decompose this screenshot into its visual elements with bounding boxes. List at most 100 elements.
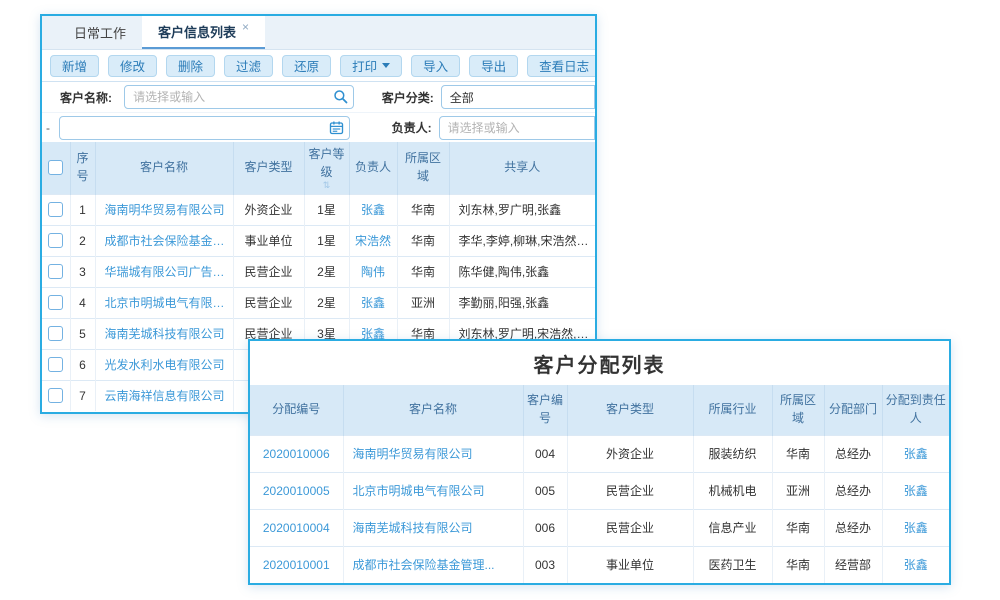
- customer-name-link[interactable]: 云南海祥信息有限公司: [95, 380, 233, 411]
- allocation-no-link[interactable]: 2020010006: [250, 435, 343, 472]
- row-checkbox[interactable]: [48, 295, 63, 310]
- export-button[interactable]: 导出: [469, 55, 518, 77]
- col-region: 所属区域: [772, 385, 824, 435]
- col-assignee: 分配到责任人: [882, 385, 949, 435]
- owner-input[interactable]: [439, 116, 595, 140]
- cell-region: 亚洲: [397, 287, 449, 318]
- cell-index: 5: [70, 318, 95, 349]
- cell-customer-type: 民营企业: [567, 509, 693, 546]
- assignee-link[interactable]: 张鑫: [882, 435, 949, 472]
- filter-row-1: 客户名称: 客户分类:: [42, 82, 595, 112]
- cell-customer-level: 1星: [304, 194, 349, 225]
- tab-daily-work[interactable]: 日常工作: [58, 16, 142, 49]
- row-checkbox[interactable]: [48, 326, 63, 341]
- col-department: 分配部门: [824, 385, 882, 435]
- select-all-checkbox[interactable]: [48, 160, 63, 175]
- date-input[interactable]: [59, 116, 350, 140]
- desktop: 日常工作 客户信息列表 × 新增 修改 删除 过滤 还原 打印 导入 导出 查看…: [0, 0, 1000, 600]
- table-row[interactable]: 2020010004 海南芜城科技有限公司 006 民营企业 信息产业 华南 总…: [250, 509, 949, 546]
- table-row[interactable]: 1 海南明华贸易有限公司 外资企业 1星 张鑫 华南 刘东林,罗广明,张鑫: [42, 194, 595, 225]
- date-field: [59, 116, 350, 140]
- cell-customer-level: 1星: [304, 225, 349, 256]
- row-checkbox[interactable]: [48, 233, 63, 248]
- col-industry: 所属行业: [693, 385, 772, 435]
- customer-name-input[interactable]: [124, 85, 354, 109]
- customer-name-link[interactable]: 光发水利水电有限公司: [95, 349, 233, 380]
- cell-index: 6: [70, 349, 95, 380]
- add-button[interactable]: 新增: [50, 55, 99, 77]
- allocation-no-link[interactable]: 2020010004: [250, 509, 343, 546]
- table-row[interactable]: 2020010005 北京市明城电气有限公司 005 民营企业 机械机电 亚洲 …: [250, 472, 949, 509]
- cell-region: 华南: [397, 256, 449, 287]
- assignee-link[interactable]: 张鑫: [882, 509, 949, 546]
- cell-index: 2: [70, 225, 95, 256]
- customer-allocation-window: 客户分配列表 分配编号 客户名称 客户编号 客户类型 所属行业 所属区域 分配部…: [248, 339, 951, 585]
- sort-icon[interactable]: ⇅: [308, 181, 346, 189]
- cell-region: 华南: [772, 435, 824, 472]
- customer-category-select[interactable]: [441, 85, 595, 109]
- cell-customer-no: 005: [523, 472, 567, 509]
- cell-customer-level: 2星: [304, 287, 349, 318]
- owner-link[interactable]: 宋浩然: [349, 225, 397, 256]
- toolbar: 新增 修改 删除 过滤 还原 打印 导入 导出 查看日志: [42, 50, 595, 82]
- edit-button[interactable]: 修改: [108, 55, 157, 77]
- filter-button[interactable]: 过滤: [224, 55, 273, 77]
- owner-link[interactable]: 张鑫: [349, 194, 397, 225]
- print-dropdown-button[interactable]: 打印: [340, 55, 402, 77]
- customer-name-link[interactable]: 北京市明城电气有限公司: [343, 472, 523, 509]
- table-header-row: 分配编号 客户名称 客户编号 客户类型 所属行业 所属区域 分配部门 分配到责任…: [250, 385, 949, 435]
- row-checkbox[interactable]: [48, 202, 63, 217]
- row-checkbox[interactable]: [48, 357, 63, 372]
- cell-customer-type: 民营企业: [233, 256, 304, 287]
- cell-shared: 李华,李婷,柳琳,宋浩然,张鑫: [449, 225, 595, 256]
- allocation-list-title: 客户分配列表: [250, 341, 949, 385]
- assignee-link[interactable]: 张鑫: [882, 546, 949, 583]
- allocation-table: 分配编号 客户名称 客户编号 客户类型 所属行业 所属区域 分配部门 分配到责任…: [250, 385, 949, 583]
- table-row[interactable]: 2020010001 成都市社会保险基金管理... 003 事业单位 医药卫生 …: [250, 546, 949, 583]
- customer-name-link[interactable]: 北京市明城电气有限公司: [95, 287, 233, 318]
- table-row[interactable]: 4 北京市明城电气有限公司 民营企业 2星 张鑫 亚洲 李勤丽,阳强,张鑫: [42, 287, 595, 318]
- owner-link[interactable]: 陶伟: [349, 256, 397, 287]
- tab-customer-info-list[interactable]: 客户信息列表 ×: [142, 16, 265, 49]
- cell-customer-type: 民营企业: [567, 472, 693, 509]
- customer-name-link[interactable]: 海南芜城科技有限公司: [95, 318, 233, 349]
- cell-shared: 刘东林,罗广明,张鑫: [449, 194, 595, 225]
- customer-name-link[interactable]: 海南明华贸易有限公司: [343, 435, 523, 472]
- customer-name-link[interactable]: 华瑞城有限公司广告设计部: [95, 256, 233, 287]
- table-row[interactable]: 3 华瑞城有限公司广告设计部 民营企业 2星 陶伟 华南 陈华健,陶伟,张鑫: [42, 256, 595, 287]
- view-log-button[interactable]: 查看日志: [527, 55, 597, 77]
- cell-customer-level: 2星: [304, 256, 349, 287]
- col-customer-no: 客户编号: [523, 385, 567, 435]
- delete-button[interactable]: 删除: [166, 55, 215, 77]
- col-shared: 共享人: [449, 142, 595, 194]
- customer-name-link[interactable]: 海南芜城科技有限公司: [343, 509, 523, 546]
- calendar-icon[interactable]: [329, 120, 344, 138]
- cell-region: 华南: [772, 546, 824, 583]
- assignee-link[interactable]: 张鑫: [882, 472, 949, 509]
- search-icon[interactable]: [333, 89, 348, 107]
- restore-button[interactable]: 还原: [282, 55, 331, 77]
- cell-index: 1: [70, 194, 95, 225]
- customer-name-link[interactable]: 海南明华贸易有限公司: [95, 194, 233, 225]
- customer-name-field: [124, 85, 354, 109]
- cell-customer-no: 004: [523, 435, 567, 472]
- customer-name-link[interactable]: 成都市社会保险基金管理...: [95, 225, 233, 256]
- row-checkbox[interactable]: [48, 388, 63, 403]
- cell-region: 华南: [397, 194, 449, 225]
- col-allocation-no: 分配编号: [250, 385, 343, 435]
- cell-department: 总经办: [824, 509, 882, 546]
- col-customer-level[interactable]: 客户等级⇅: [304, 142, 349, 194]
- allocation-no-link[interactable]: 2020010001: [250, 546, 343, 583]
- allocation-no-link[interactable]: 2020010005: [250, 472, 343, 509]
- customer-category-label: 客户分类:: [376, 89, 434, 106]
- owner-label: 负责人:: [381, 119, 432, 136]
- cell-index: 7: [70, 380, 95, 411]
- table-row[interactable]: 2 成都市社会保险基金管理... 事业单位 1星 宋浩然 华南 李华,李婷,柳琳…: [42, 225, 595, 256]
- import-button[interactable]: 导入: [411, 55, 460, 77]
- close-icon[interactable]: ×: [242, 20, 249, 34]
- tab-label: 客户信息列表: [158, 22, 236, 41]
- customer-name-link[interactable]: 成都市社会保险基金管理...: [343, 546, 523, 583]
- owner-link[interactable]: 张鑫: [349, 287, 397, 318]
- row-checkbox[interactable]: [48, 264, 63, 279]
- table-row[interactable]: 2020010006 海南明华贸易有限公司 004 外资企业 服装纺织 华南 总…: [250, 435, 949, 472]
